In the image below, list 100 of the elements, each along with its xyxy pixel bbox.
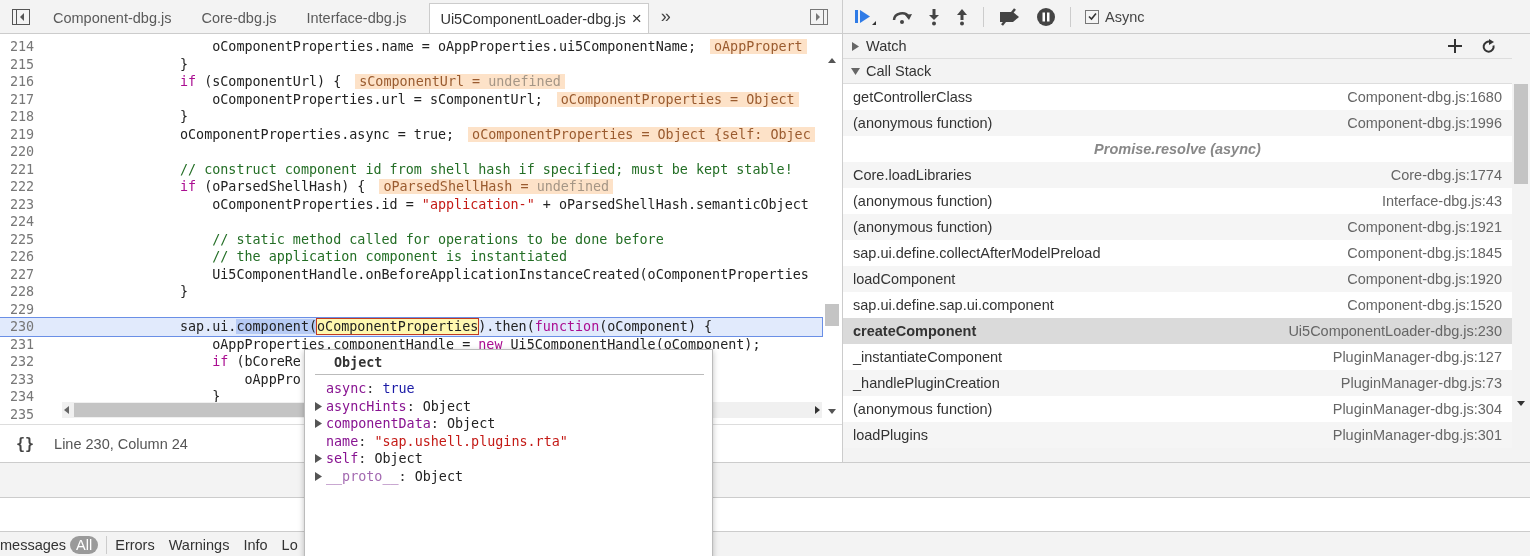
- step-out-icon[interactable]: [955, 7, 969, 26]
- code-line: oComponentProperties.async = true;: [179, 126, 455, 142]
- inline-value-hint: sComponentUrl = undefined: [355, 74, 565, 90]
- code-line: if (sComponentUrl) {: [179, 74, 342, 90]
- console-filter[interactable]: messages: [0, 537, 67, 553]
- inline-value-hint: oComponentProperties = Object {self: Objec: [468, 126, 815, 142]
- line-number: 222: [9, 179, 36, 195]
- property-entry[interactable]: componentData: Object: [326, 416, 496, 432]
- file-tab[interactable]: Interface-dbg.js: [291, 3, 422, 33]
- code-line: }: [179, 109, 189, 125]
- function-name: sap.ui.define.collectAfterModelPreload: [853, 245, 1101, 261]
- source-link[interactable]: PluginManager-dbg.js:73: [1340, 375, 1502, 391]
- call-stack-frame[interactable]: (anonymous function) PluginManager-dbg.js:304: [843, 396, 1512, 422]
- scrollbar-thumb[interactable]: [825, 304, 839, 326]
- close-tab-button[interactable]: ×: [631, 8, 642, 29]
- property-entry[interactable]: __proto__: Object: [326, 468, 464, 484]
- call-stack-frame[interactable]: _instantiateComponent PluginManager-dbg.js:127: [843, 344, 1512, 370]
- line-number: 234: [9, 389, 36, 405]
- function-name: getControllerClass: [853, 89, 973, 105]
- code-line: oAppPro: [243, 371, 301, 387]
- file-tab[interactable]: Core-dbg.js: [186, 3, 292, 33]
- debugger-toggle-icon[interactable]: [810, 8, 828, 25]
- line-number: 223: [9, 196, 36, 212]
- async-checkbox[interactable]: [1085, 9, 1099, 24]
- line-number: 233: [9, 371, 36, 387]
- line-number: 231: [9, 336, 36, 352]
- disclosure-triangle-icon[interactable]: [851, 41, 860, 51]
- function-name: Core.loadLibraries: [853, 167, 972, 183]
- code-line: }: [179, 56, 189, 72]
- function-name: _handlePluginCreation: [853, 375, 1000, 391]
- source-link[interactable]: PluginManager-dbg.js:301: [1332, 427, 1502, 443]
- section-title: Watch: [866, 38, 907, 54]
- source-link[interactable]: PluginManager-dbg.js:127: [1332, 349, 1502, 365]
- pause-icon[interactable]: [1036, 6, 1056, 27]
- function-name: (anonymous function): [853, 115, 993, 131]
- code-line: // the application component is instantiated: [211, 249, 567, 265]
- more-tabs-button[interactable]: »: [660, 6, 671, 27]
- line-number: 225: [9, 231, 36, 247]
- source-link[interactable]: Core-dbg.js:1774: [1390, 167, 1502, 183]
- line-number: 229: [9, 301, 36, 317]
- code-line: if (bCoreRe: [211, 354, 301, 370]
- line-number: 215: [9, 56, 36, 72]
- line-number: 226: [9, 249, 36, 265]
- function-name: loadComponent: [853, 271, 956, 287]
- popover-title: Object: [315, 350, 704, 375]
- source-link[interactable]: Component-dbg.js:1996: [1347, 115, 1502, 131]
- source-link[interactable]: PluginManager-dbg.js:304: [1332, 401, 1502, 417]
- add-icon[interactable]: [1448, 39, 1462, 53]
- property-entry[interactable]: self: Object: [326, 451, 423, 467]
- property-entry[interactable]: name: "sap.ushell.plugins.rta": [326, 433, 568, 449]
- code-line: Ui5ComponentHandle.onBeforeApplicationInstanceCreated(oComponentProperties: [211, 266, 809, 282]
- pretty-print-button[interactable]: {}: [16, 434, 35, 453]
- code-line: oAppProperties.componentHandle = new Ui5ComponentHandle(oComponent);: [211, 336, 761, 352]
- call-stack-frame[interactable]: getControllerClass Component-dbg.js:1680: [843, 84, 1512, 110]
- code-line: // static method called for operations to be done before: [211, 231, 664, 247]
- function-name: createComponent: [853, 323, 977, 339]
- section-title: Call Stack: [866, 63, 932, 79]
- cursor-position: Line 230, Column 24: [54, 435, 188, 452]
- inline-value-hint: oParsedShellHash = undefined: [379, 179, 614, 195]
- source-link[interactable]: Ui5ComponentLoader-dbg.js:230: [1288, 323, 1502, 339]
- call-stack-frame[interactable]: createComponent Ui5ComponentLoader-dbg.js:230: [843, 318, 1512, 344]
- property-entry[interactable]: asyncHints: Object: [326, 398, 472, 414]
- console-filter[interactable]: Errors: [115, 537, 155, 553]
- line-number: 232: [9, 354, 36, 370]
- disclosure-triangle-icon[interactable]: [851, 66, 860, 76]
- property-entry[interactable]: async: true: [326, 381, 415, 397]
- scrollbar-thumb[interactable]: [1514, 84, 1528, 184]
- function-name: (anonymous function): [853, 219, 993, 235]
- code-line: if (oParsedShellHash) {: [179, 179, 366, 195]
- console-filter[interactable]: Lo: [281, 537, 298, 553]
- source-link[interactable]: Component-dbg.js:1680: [1347, 89, 1502, 105]
- code-line: oComponentProperties.url = sComponentUrl;: [211, 91, 543, 107]
- line-number: 235: [9, 406, 36, 422]
- call-stack-frame[interactable]: sap.ui.define.sap.ui.component Component-dbg.js:1520: [843, 292, 1512, 318]
- source-link[interactable]: Component-dbg.js:1520: [1347, 297, 1502, 313]
- line-number: 224: [9, 214, 36, 230]
- console-filter[interactable]: Warnings: [168, 537, 230, 553]
- function-name: loadPlugins: [853, 427, 928, 443]
- function-name: (anonymous function): [853, 401, 993, 417]
- vertical-scrollbar[interactable]: [824, 56, 840, 416]
- source-link[interactable]: Component-dbg.js:1921: [1347, 219, 1502, 235]
- inline-value-hint: oComponentProperties = Object: [556, 91, 799, 107]
- source-link[interactable]: Component-dbg.js:1845: [1347, 245, 1502, 261]
- source-link[interactable]: Interface-dbg.js:43: [1381, 193, 1502, 209]
- call-stack-frame[interactable]: (anonymous function) Interface-dbg.js:43: [843, 188, 1512, 214]
- navigator-toggle-icon[interactable]: [12, 8, 30, 25]
- function-name: sap.ui.define.sap.ui.component: [853, 297, 1054, 313]
- source-link[interactable]: Component-dbg.js:1920: [1347, 271, 1502, 287]
- step-into-icon[interactable]: [927, 7, 941, 26]
- function-name: _instantiateComponent: [853, 349, 1003, 365]
- console-filter[interactable]: Info: [243, 537, 268, 553]
- resume-icon[interactable]: [853, 7, 877, 26]
- file-tab[interactable]: Ui5ComponentLoader-dbg.js ×: [429, 3, 649, 33]
- async-boundary: Promise.resolve (async): [843, 136, 1512, 162]
- line-number: 227: [9, 266, 36, 282]
- refresh-icon[interactable]: [1482, 38, 1496, 54]
- line-number: 216: [9, 74, 36, 90]
- line-number: 218: [9, 109, 36, 125]
- call-stack-frame[interactable]: sap.ui.define.collectAfterModelPreload Component-dbg.js:1845: [843, 240, 1512, 266]
- file-tab[interactable]: Component-dbg.js: [38, 3, 187, 33]
